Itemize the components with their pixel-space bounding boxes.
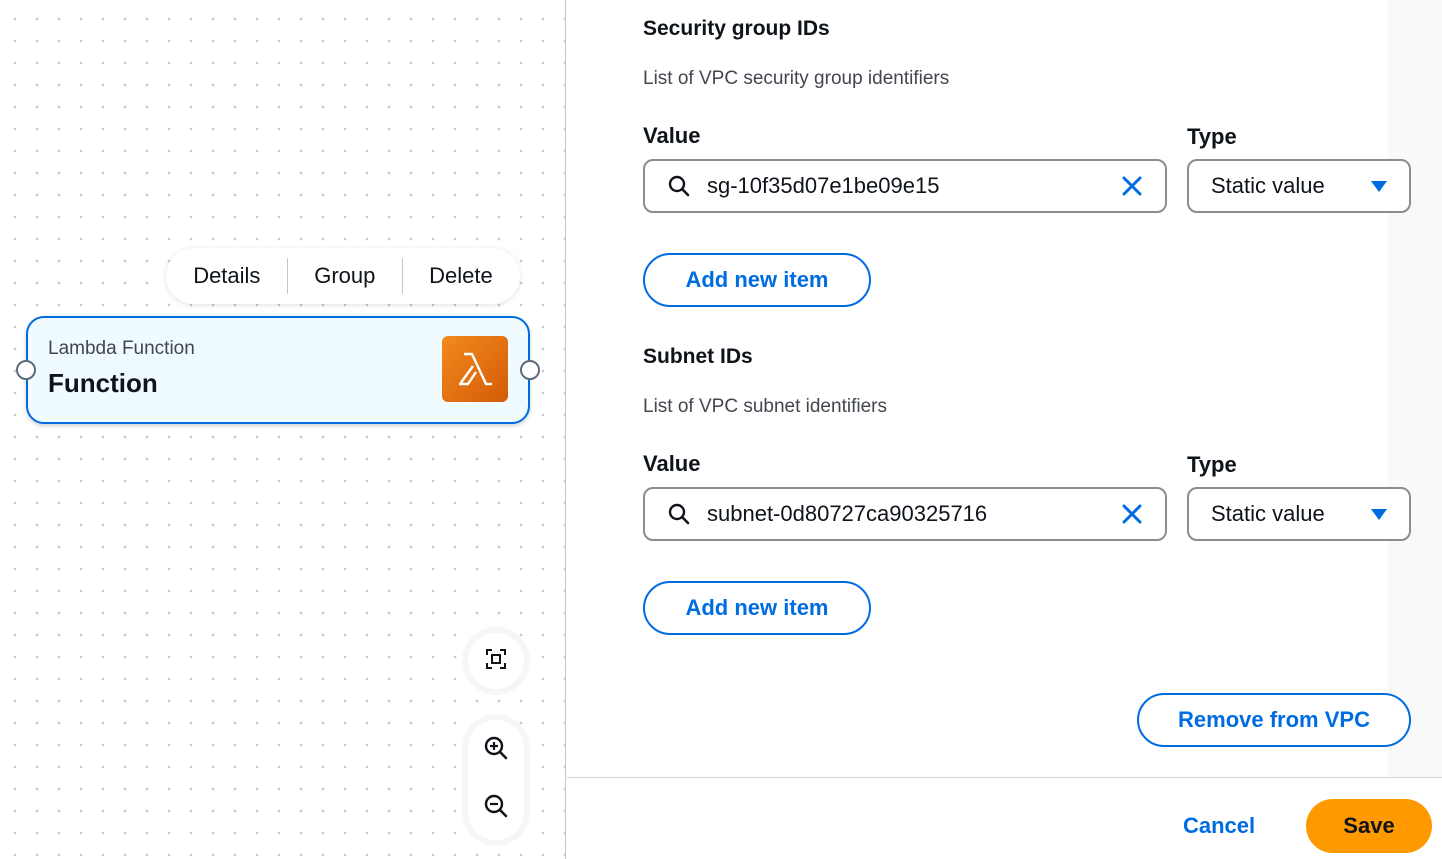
node-type-label: Lambda Function	[48, 338, 195, 359]
config-panel: Security group IDs List of VPC security …	[567, 0, 1442, 859]
clear-icon[interactable]	[1119, 501, 1145, 527]
lambda-function-node[interactable]: Lambda Function Function	[16, 316, 540, 424]
diagram-canvas[interactable]: Details Group Delete Lambda Function Fun…	[0, 0, 566, 859]
zoom-in-button[interactable]	[468, 722, 524, 778]
clear-icon[interactable]	[1119, 173, 1145, 199]
footer-divider	[567, 777, 1442, 778]
type-select-value: Static value	[1211, 173, 1325, 198]
zoom-in-icon	[483, 735, 509, 766]
lambda-icon	[442, 336, 508, 402]
zoom-out-icon	[483, 793, 509, 824]
toolbar-divider	[286, 258, 288, 294]
save-button[interactable]: Save	[1306, 799, 1432, 853]
subnet-type-select[interactable]: Static value	[1187, 487, 1411, 541]
security-group-value: sg-10f35d07e1be09e15	[707, 173, 940, 198]
subnet-ids-title: Subnet IDs	[643, 345, 753, 368]
toolbar-divider	[401, 258, 403, 294]
delete-button[interactable]: Delete	[429, 263, 493, 289]
node-title: Function	[48, 368, 158, 398]
sg-type-label: Type	[1187, 124, 1237, 149]
scrollbar-track[interactable]	[1388, 0, 1442, 778]
sg-value-label: Value	[643, 123, 701, 148]
add-security-group-button[interactable]: Add new item	[643, 253, 871, 307]
cancel-button[interactable]: Cancel	[1183, 813, 1255, 839]
caret-down-icon	[1371, 180, 1387, 192]
subnet-value: subnet-0d80727ca90325716	[707, 501, 988, 526]
security-groups-title: Security group IDs	[643, 17, 830, 40]
subnet-ids-description: List of VPC subnet identifiers	[643, 396, 887, 417]
details-button[interactable]: Details	[193, 263, 260, 289]
subnet-input[interactable]: subnet-0d80727ca90325716	[643, 487, 1167, 541]
add-subnet-button[interactable]: Add new item	[643, 581, 871, 635]
search-icon	[667, 501, 693, 527]
node-toolbar: Details Group Delete	[166, 248, 520, 304]
zoom-controls	[468, 720, 524, 840]
output-port[interactable]	[520, 360, 540, 380]
input-port[interactable]	[16, 360, 36, 380]
remove-from-vpc-button[interactable]: Remove from VPC	[1137, 693, 1411, 747]
search-icon	[667, 173, 693, 199]
type-select-value: Static value	[1211, 501, 1325, 526]
security-group-input[interactable]: sg-10f35d07e1be09e15	[643, 159, 1167, 213]
subnet-type-label: Type	[1187, 452, 1237, 477]
group-button[interactable]: Group	[314, 263, 375, 289]
security-group-type-select[interactable]: Static value	[1187, 159, 1411, 213]
zoom-out-button[interactable]	[468, 780, 524, 836]
fit-view-icon	[484, 647, 508, 676]
caret-down-icon	[1371, 508, 1387, 520]
subnet-value-label: Value	[643, 451, 701, 476]
security-groups-description: List of VPC security group identifiers	[643, 68, 950, 89]
fit-view-button[interactable]	[468, 633, 524, 689]
